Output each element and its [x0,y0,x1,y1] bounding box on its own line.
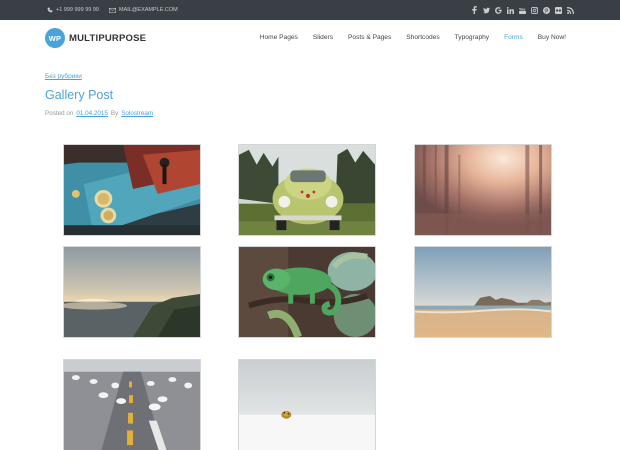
instagram-icon[interactable] [531,6,538,14]
google-plus-icon[interactable] [495,6,502,14]
post-author-link[interactable]: Solostream [121,110,153,117]
rss-icon[interactable] [567,6,574,14]
main-navigation: Home Pages Sliders Posts & Pages Shortco… [245,34,566,41]
post-meta: Posted on 01.04.2015 By Solostream [45,110,153,117]
phone-icon [47,7,53,13]
flickr-icon[interactable] [555,6,562,14]
gallery-image-arcade[interactable] [63,144,201,236]
post-date-link[interactable]: 01.04.2015 [76,110,108,117]
envelope-icon [108,7,116,13]
nav-typography[interactable]: Typography [455,34,489,41]
email-item: MAIL@EXAMPLE.COM [108,7,178,13]
pinterest-icon[interactable] [543,6,550,14]
gallery-image-forest[interactable] [414,144,552,236]
gallery-image-coast[interactable] [63,246,201,338]
nav-sliders[interactable]: Sliders [313,34,333,41]
site-logo[interactable]: WP MULTIPURPOSE [45,28,146,48]
contact-info: +1 999 999 99 99 MAIL@EXAMPLE.COM [47,0,184,20]
logo-text: MULTIPURPOSE [69,32,147,44]
social-links: You [471,0,574,20]
post-title: Gallery Post [45,88,114,102]
top-bar: +1 999 999 99 99 MAIL@EXAMPLE.COM You [0,0,620,20]
linkedin-icon[interactable] [507,6,514,14]
gallery-image-beach[interactable] [414,246,552,338]
gallery-image-seagulls[interactable] [63,359,201,450]
email-address[interactable]: MAIL@EXAMPLE.COM [119,7,178,13]
post-category-link[interactable]: Без рубрики [45,73,82,80]
gallery-image-chameleon[interactable] [238,246,376,338]
twitter-icon[interactable] [483,7,490,14]
phone-item: +1 999 999 99 99 [47,7,99,13]
nav-home-pages[interactable]: Home Pages [260,34,298,41]
nav-shortcodes[interactable]: Shortcodes [406,34,439,41]
svg-text:You: You [519,7,525,11]
posted-on-label: Posted on [45,110,74,117]
gallery-image-beetle[interactable] [238,144,376,236]
logo-badge: WP [45,28,65,48]
youtube-icon[interactable]: You [519,7,526,14]
nav-buy-now[interactable]: Buy Now! [538,34,566,41]
by-label: By [110,110,119,117]
gallery-image-ladybug[interactable] [238,359,376,450]
facebook-icon[interactable] [471,6,478,14]
nav-posts-pages[interactable]: Posts & Pages [348,34,391,41]
phone-number[interactable]: +1 999 999 99 99 [56,7,99,13]
nav-forms[interactable]: Forms [504,34,523,41]
